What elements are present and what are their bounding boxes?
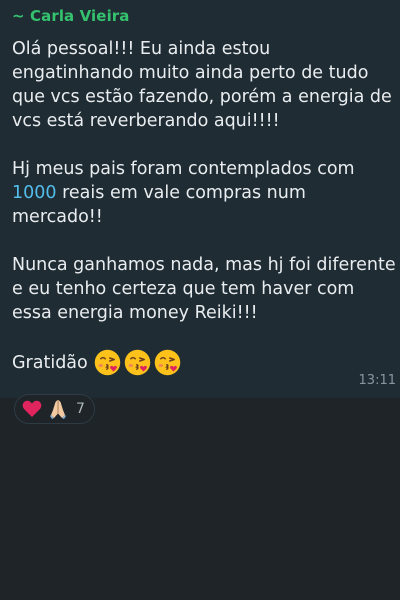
face-blowing-kiss-icon	[94, 349, 120, 376]
message-paragraph: Hj meus pais foram contemplados com 1000…	[12, 157, 396, 229]
emoji-row	[94, 349, 181, 376]
face-blowing-kiss-icon	[154, 349, 180, 376]
red-heart-icon	[22, 400, 42, 417]
reaction-count: 7	[76, 401, 85, 417]
folded-hands-icon	[50, 400, 66, 419]
message-timestamp: 13:11	[358, 373, 396, 388]
message-paragraph: Olá pessoal!!! Eu ainda estou engatinhan…	[12, 39, 392, 131]
sender-name[interactable]: ~ Carla Vieira	[12, 7, 130, 25]
message-bubble[interactable]: ~ Carla Vieira Olá pessoal!!! Eu ainda e…	[0, 0, 400, 398]
message-text: Olá pessoal!!! Eu ainda estou engatinhan…	[12, 37, 396, 376]
face-blowing-kiss-icon	[124, 349, 150, 376]
closing-word: Gratidão	[12, 352, 88, 373]
message-paragraph: Gratidão	[12, 349, 396, 376]
message-text-segment: reais em vale compras num mercado!!	[12, 183, 306, 227]
detected-number-link[interactable]: 1000	[12, 183, 57, 203]
message-paragraph: Nunca ganhamos nada, mas hj foi diferent…	[12, 255, 396, 323]
message-text-segment: Hj meus pais foram contemplados com	[12, 159, 355, 179]
reactions-pill[interactable]: 7	[14, 394, 95, 424]
